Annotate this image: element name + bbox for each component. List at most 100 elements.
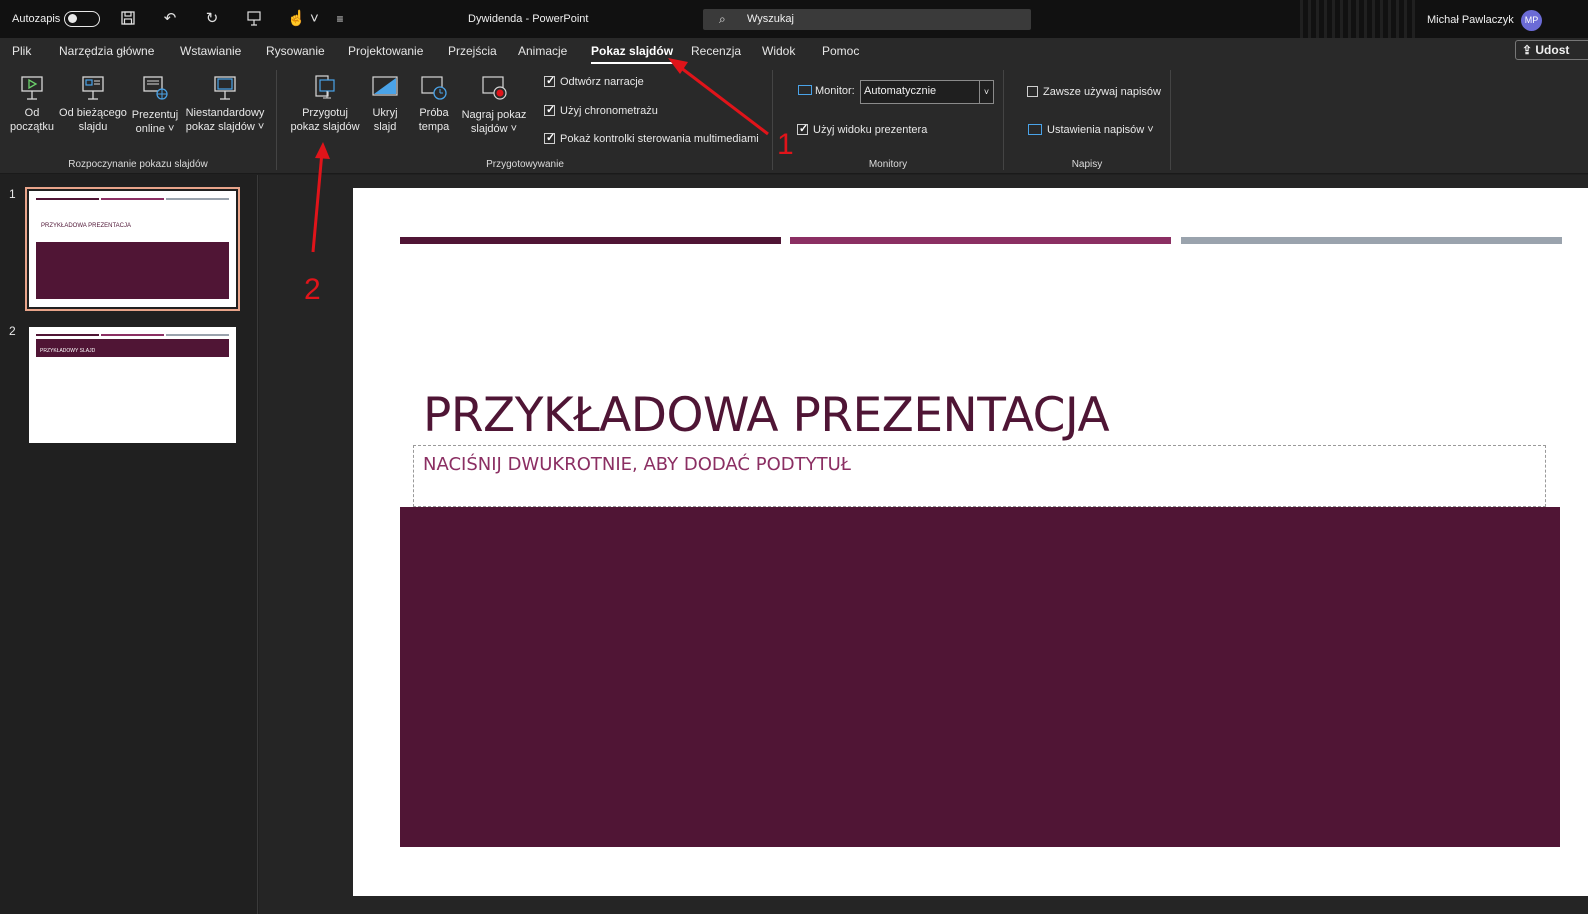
search-placeholder: Wyszukaj <box>747 13 794 25</box>
rehearse-timings-button[interactable]: Próba tempa <box>412 74 456 134</box>
search-box[interactable]: ⌕ Wyszukaj <box>703 9 1031 30</box>
redo-icon[interactable]: ↻ <box>202 10 222 28</box>
presentation-start-icon[interactable] <box>244 10 264 28</box>
share-icon: ⇪ <box>1522 43 1536 57</box>
play-narrations-checkbox[interactable]: Odtwórz narracje <box>544 74 644 88</box>
avatar[interactable]: MP <box>1521 10 1542 31</box>
checkbox-box <box>544 74 555 87</box>
always-subtitles-checkbox[interactable]: Zawsze używaj napisów <box>1027 86 1161 98</box>
use-timings-label: Użyj chronometrażu <box>560 105 658 117</box>
thumbnail-bar <box>101 198 164 200</box>
present-online-button[interactable]: Prezentuj online ˅ <box>130 74 180 136</box>
checkbox-box <box>544 103 555 116</box>
slide-thumbnail-1[interactable]: PRZYKŁADOWA PREZENTACJA <box>29 191 236 307</box>
customize-qat-icon[interactable]: ≡ <box>330 10 350 28</box>
undo-icon[interactable]: ↶ <box>160 10 180 28</box>
annotation-number-1: 1 <box>777 128 794 161</box>
custom-show-icon <box>214 76 236 100</box>
checkbox-box <box>1027 86 1038 97</box>
tab-insert[interactable]: Wstawianie <box>180 44 241 58</box>
tab-slide-show[interactable]: Pokaz slajdów <box>591 44 674 64</box>
group-label-setup: Przygotowywanie <box>486 159 564 170</box>
custom-show-label: Niestandardowy pokaz slajdów ˅ <box>185 107 265 133</box>
thumbnail-title: PRZYKŁADOWA PREZENTACJA <box>41 223 132 229</box>
touch-mode-icon[interactable]: ☝ ˅ <box>286 10 320 28</box>
record-show-icon <box>482 76 507 100</box>
slide-thumbnail-2[interactable]: PRZYKŁADOWY SLAJD <box>29 327 236 443</box>
slide-subtitle[interactable]: NACIŚNIJ DWUKROTNIE, ABY DODAĆ PODTYTUŁ <box>423 454 851 475</box>
from-beginning-label: Od początku <box>9 107 55 133</box>
setup-show-button[interactable]: Przygotuj pokaz slajdów <box>286 74 364 134</box>
custom-show-button[interactable]: Niestandardowy pokaz slajdów ˅ <box>183 74 267 134</box>
group-label-start: Rozpoczynanie pokazu slajdów <box>68 159 208 170</box>
slide-accent-bar-mid <box>790 237 1171 244</box>
present-online-label: Prezentuj online ˅ <box>131 109 179 135</box>
tab-transitions[interactable]: Przejścia <box>448 44 497 58</box>
from-current-button[interactable]: Od bieżącego slajdu <box>58 74 128 134</box>
slide-color-block <box>400 507 1560 847</box>
autosave-toggle[interactable] <box>64 11 100 27</box>
thumbnail-bar <box>36 198 99 200</box>
ribbon-separator <box>772 70 773 170</box>
user-name[interactable]: Michał Pawlaczyk <box>1427 14 1514 26</box>
tab-view[interactable]: Widok <box>762 44 795 58</box>
rehearse-timings-label: Próba tempa <box>418 107 450 133</box>
rehearse-timings-icon <box>421 76 447 100</box>
show-media-controls-checkbox[interactable]: Pokaż kontrolki sterowania multimediami <box>544 131 759 145</box>
title-bar: Autozapis ↶ ↻ ☝ ˅ ≡ Dywidenda - PowerPoi… <box>0 0 1588 38</box>
show-media-controls-label: Pokaż kontrolki sterowania multimediami <box>560 133 759 145</box>
annotation-number-2: 2 <box>304 273 321 306</box>
setup-show-icon <box>315 75 335 99</box>
thumbnail-number: 2 <box>9 324 16 338</box>
thumbnail-bar <box>36 334 99 336</box>
subtitle-settings-icon <box>1028 124 1042 135</box>
save-icon[interactable] <box>118 10 138 28</box>
tab-draw[interactable]: Rysowanie <box>266 44 325 58</box>
record-show-button[interactable]: Nagraj pokaz slajdów ˅ <box>460 74 528 136</box>
ribbon-tabs: Plik Narzędzia główne Wstawianie Rysowan… <box>0 38 1588 64</box>
toggle-knob <box>68 14 77 23</box>
share-button[interactable]: ⇪ Udost <box>1515 40 1588 60</box>
tab-design[interactable]: Projektowanie <box>348 44 423 58</box>
monitor-label-row: Monitor: <box>798 85 855 97</box>
play-narrations-label: Odtwórz narracje <box>560 76 644 88</box>
slide-title[interactable]: PRZYKŁADOWA PREZENTACJA <box>423 388 1110 443</box>
monitor-select-value: Automatycznie <box>864 85 937 97</box>
hide-slide-label: Ukryj slajd <box>372 107 398 133</box>
slide-accent-bar-grey <box>1181 237 1562 244</box>
setup-show-label: Przygotuj pokaz slajdów <box>290 107 360 133</box>
document-title: Dywidenda - PowerPoint <box>468 13 589 25</box>
play-from-current-icon <box>82 76 104 100</box>
presenter-view-checkbox[interactable]: Użyj widoku prezentera <box>797 122 928 136</box>
tab-help[interactable]: Pomoc <box>822 44 859 58</box>
tab-animations[interactable]: Animacje <box>518 44 567 58</box>
hide-slide-button[interactable]: Ukryj slajd <box>365 74 405 134</box>
ribbon-separator <box>1003 70 1004 170</box>
present-online-icon <box>143 76 168 100</box>
from-beginning-button[interactable]: Od początku <box>8 74 56 134</box>
group-label-captions: Napisy <box>1071 159 1103 170</box>
share-label: Udost <box>1535 43 1570 57</box>
use-timings-checkbox[interactable]: Użyj chronometrażu <box>544 103 658 117</box>
ribbon-separator <box>1170 70 1171 170</box>
tab-review[interactable]: Recenzja <box>691 44 741 58</box>
ribbon: Od początku Od bieżącego slajdu Prezentu… <box>0 64 1588 174</box>
tab-home[interactable]: Narzędzia główne <box>59 44 154 58</box>
monitor-select[interactable]: Automatycznie ˅ <box>860 80 994 104</box>
monitor-icon <box>798 85 812 95</box>
always-subtitles-label: Zawsze używaj napisów <box>1043 86 1161 98</box>
checkbox-box <box>544 131 555 144</box>
chevron-down-icon[interactable]: ˅ <box>979 81 993 103</box>
ribbon-separator <box>276 70 277 170</box>
tab-file[interactable]: Plik <box>12 44 31 58</box>
from-current-label: Od bieżącego slajdu <box>59 107 127 133</box>
slide-accent-bar-dark <box>400 237 781 244</box>
thumbnail-number: 1 <box>9 187 16 201</box>
autosave-label: Autozapis <box>12 13 61 25</box>
subtitle-settings-button[interactable]: Ustawienia napisów ˅ <box>1028 124 1154 136</box>
thumbnail-bar <box>166 198 229 200</box>
presenter-view-label: Użyj widoku prezentera <box>813 124 928 136</box>
thumbnail-title: PRZYKŁADOWY SLAJD <box>40 348 96 354</box>
checkbox-box <box>797 122 808 135</box>
thumbnail-bar <box>101 334 164 336</box>
